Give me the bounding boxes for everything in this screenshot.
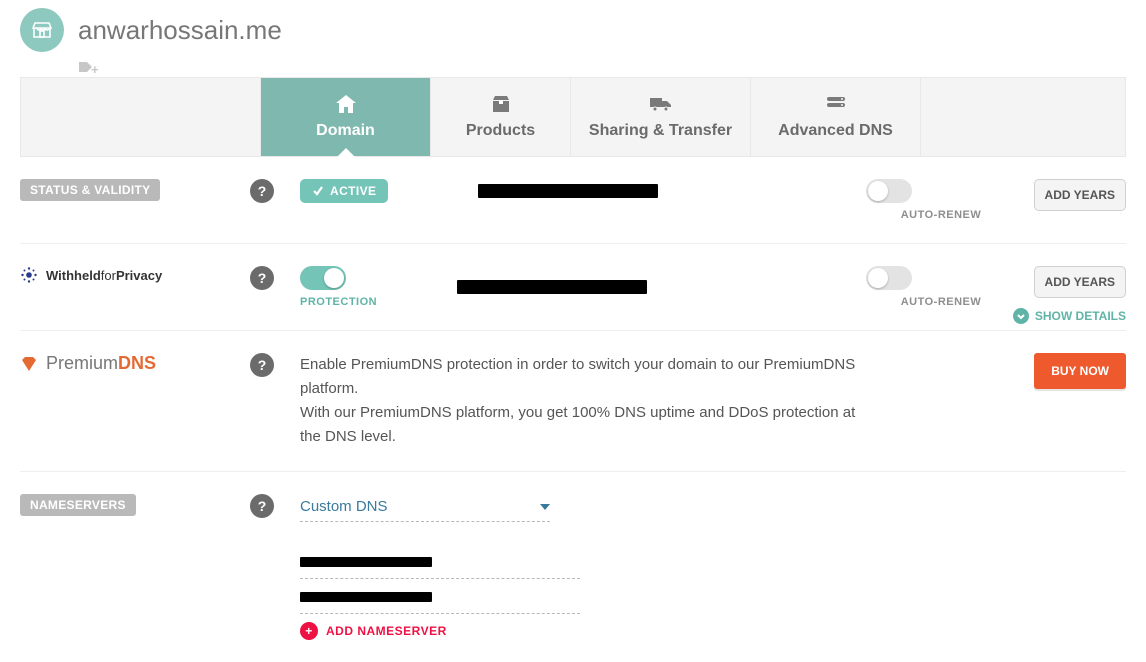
active-badge-text: ACTIVE (330, 184, 376, 198)
withheld-brand: WithheldforPrivacy (20, 266, 162, 284)
box-icon (491, 95, 511, 113)
auto-renew-toggle[interactable] (866, 266, 912, 290)
stack-icon (825, 95, 847, 113)
auto-renew-toggle[interactable] (866, 179, 912, 203)
store-avatar-icon (20, 8, 64, 52)
caret-down-icon (540, 504, 550, 510)
redacted-dates (478, 184, 658, 198)
add-years-button[interactable]: ADD YEARS (1034, 179, 1126, 211)
tabs: Domain Products Sharing & Transfer Advan… (20, 77, 1126, 157)
show-details-label: SHOW DETAILS (1035, 309, 1126, 323)
tab-products-label: Products (431, 122, 570, 140)
chevron-down-icon (1013, 308, 1029, 324)
plus-icon: + (300, 622, 318, 640)
truck-icon (649, 95, 673, 113)
premiumdns-desc-line2: With our PremiumDNS platform, you get 10… (300, 401, 866, 449)
withheld-text-prefix: Withheld (46, 268, 101, 283)
check-icon (312, 185, 324, 197)
help-icon[interactable]: ? (250, 266, 274, 290)
tab-products[interactable]: Products (431, 78, 571, 156)
tag-add-icon[interactable]: + (78, 60, 1126, 77)
nameservers-select[interactable]: Custom DNS (300, 494, 550, 522)
help-icon[interactable]: ? (250, 179, 274, 203)
withheld-icon (20, 266, 38, 284)
premiumdns-text-prefix: Premium (46, 353, 118, 373)
tab-domain-label: Domain (261, 122, 430, 140)
section-status: STATUS & VALIDITY ? ACTIVE AUTO-RENEW AD… (20, 157, 1126, 244)
redacted-ns1 (300, 557, 432, 567)
nameserver-input-2[interactable] (300, 587, 580, 614)
nameservers-label: NAMESERVERS (20, 494, 136, 516)
tab-advdns-label: Advanced DNS (751, 122, 920, 140)
house-icon (336, 95, 356, 113)
show-details-button[interactable]: SHOW DETAILS (1013, 308, 1126, 324)
premiumdns-brand: PremiumDNS (20, 353, 156, 374)
nameserver-input-1[interactable] (300, 552, 580, 579)
active-badge: ACTIVE (300, 179, 388, 203)
withheld-text-mid: for (101, 268, 116, 283)
protection-toggle[interactable] (300, 266, 346, 290)
svg-text:+: + (91, 62, 98, 77)
auto-renew-label: AUTO-RENEW (866, 296, 1016, 308)
redacted-ns2 (300, 592, 432, 602)
add-nameserver-label: ADD NAMESERVER (326, 624, 447, 638)
tab-advdns[interactable]: Advanced DNS (751, 78, 921, 156)
premiumdns-desc-line1: Enable PremiumDNS protection in order to… (300, 353, 866, 401)
tab-sharing-label: Sharing & Transfer (571, 122, 750, 140)
section-nameservers: NAMESERVERS ? Custom DNS + ADD NAMESERVE… (20, 472, 1126, 662)
buy-now-button[interactable]: BUY NOW (1034, 353, 1126, 389)
protection-label: PROTECTION (300, 296, 377, 308)
auto-renew-label: AUTO-RENEW (866, 209, 1016, 221)
help-icon[interactable]: ? (250, 353, 274, 377)
section-withheld: WithheldforPrivacy ? PROTECTION AUTO-REN… (20, 244, 1126, 331)
add-nameserver-button[interactable]: + ADD NAMESERVER (300, 622, 580, 640)
add-years-button[interactable]: ADD YEARS (1034, 266, 1126, 298)
nameservers-select-value: Custom DNS (300, 498, 388, 515)
help-icon[interactable]: ? (250, 494, 274, 518)
status-validity-label: STATUS & VALIDITY (20, 179, 160, 201)
diamond-icon (20, 355, 38, 373)
tab-domain[interactable]: Domain (261, 78, 431, 156)
tab-dashboard-blank[interactable] (21, 78, 261, 156)
withheld-text-suffix: Privacy (116, 268, 162, 283)
domain-title: anwarhossain.me (78, 15, 282, 46)
tab-sharing[interactable]: Sharing & Transfer (571, 78, 751, 156)
section-premiumdns: PremiumDNS ? Enable PremiumDNS protectio… (20, 331, 1126, 472)
premiumdns-text-suffix: DNS (118, 353, 156, 373)
redacted-dates (457, 280, 647, 294)
